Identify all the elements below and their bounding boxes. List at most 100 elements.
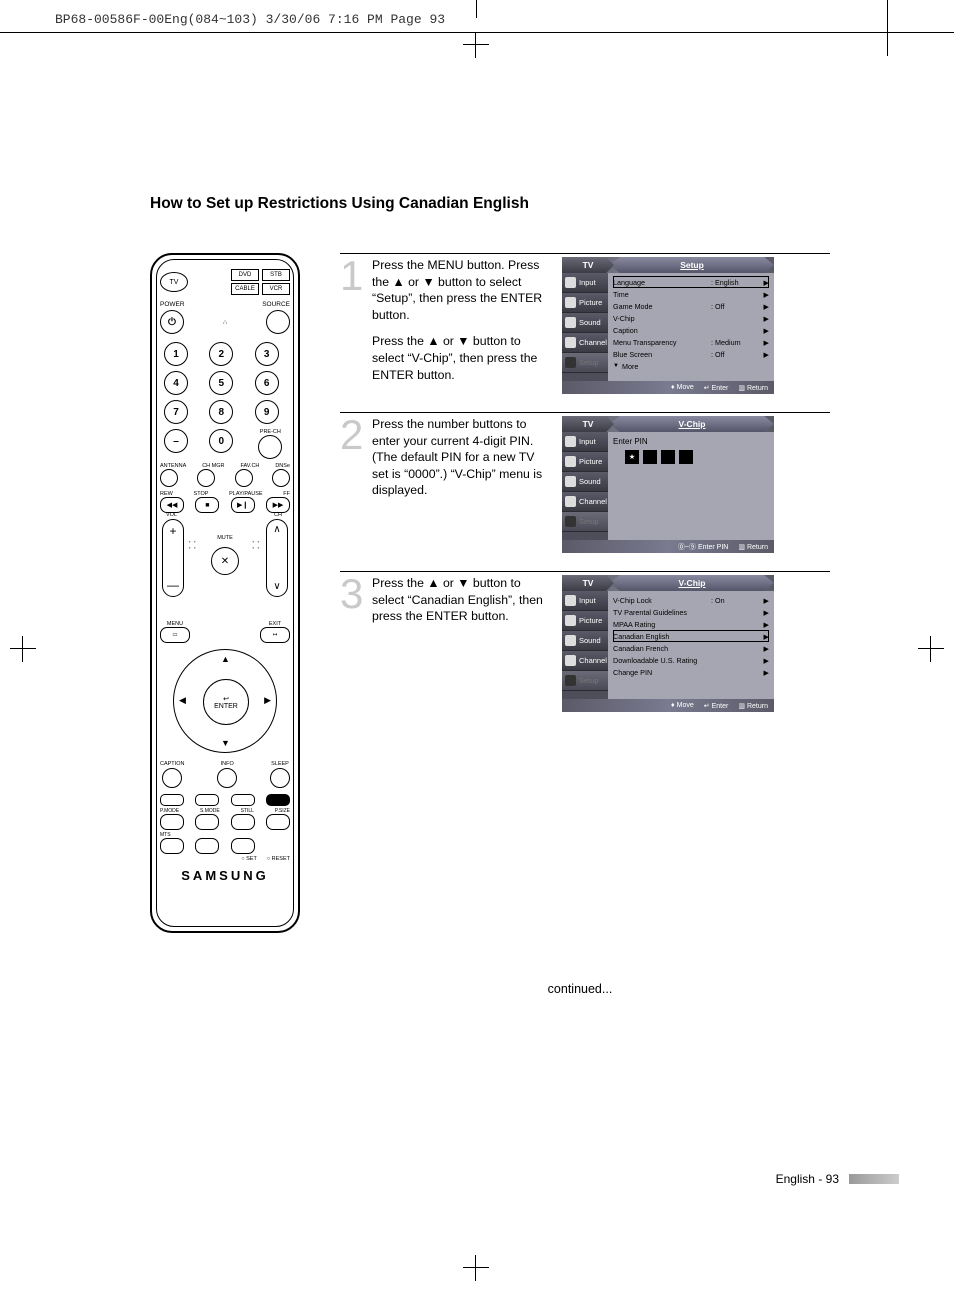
remote-dash: –	[164, 429, 188, 453]
remote-sleep-label: SLEEP	[271, 761, 289, 767]
pin-box-3	[661, 450, 675, 464]
remote-antenna-label: ANTENNA	[160, 463, 186, 469]
step-number: 3	[340, 575, 364, 712]
remote-dpad: ↩ ENTER ▲ ▼ ◀ ▶	[173, 649, 277, 753]
remote-color-b	[195, 794, 219, 806]
channel-icon	[565, 337, 576, 348]
remote-prech-button	[258, 435, 282, 459]
setup-icon	[565, 357, 576, 368]
remote-dnse-label: DNSe	[275, 463, 290, 469]
continued-text: continued...	[340, 982, 820, 996]
remote-source-button	[266, 310, 290, 334]
remote-extra-b	[195, 838, 219, 854]
enter-icon: ↵	[704, 385, 710, 392]
step-3-para-1: Press the ▲ or ▼ button to select “Canad…	[372, 575, 550, 625]
move-icon: ♦	[671, 702, 675, 709]
remote-psize-button	[266, 814, 290, 830]
top-tick	[476, 0, 477, 18]
osd-row-tvparental: TV Parental Guidelines	[613, 608, 711, 617]
osd-tab-title: V-Chip	[610, 416, 774, 432]
osd-row-language: Language	[613, 278, 711, 287]
remote-smode-button	[195, 814, 219, 830]
remote-enter-label: ENTER	[214, 703, 238, 710]
crop-mark-right	[918, 636, 944, 662]
remote-stop-button: ■	[195, 497, 219, 513]
sidebar-channel: Channel	[579, 497, 607, 506]
input-icon	[565, 436, 576, 447]
osd-row-caption: Caption	[613, 326, 711, 335]
remote-tv-button: TV	[160, 272, 188, 292]
remote-pmode-button	[160, 814, 184, 830]
remote-num-8: 8	[209, 400, 233, 424]
sidebar-sound: Sound	[579, 477, 601, 486]
channel-icon	[565, 655, 576, 666]
step-1-para-1: Press the MENU button. Press the ▲ or ▼ …	[372, 257, 550, 323]
return-icon: ▥	[738, 703, 745, 710]
osd-footer: ♦Move ↵Enter ▥Return	[562, 381, 774, 394]
remote-num-6: 6	[255, 371, 279, 395]
step-number: 1	[340, 257, 364, 394]
enter-pin-label: Enter PIN	[613, 437, 769, 446]
osd-row-menutrans: Menu Transparency	[613, 338, 711, 347]
osd-row-more: More	[622, 362, 769, 371]
sidebar-sound: Sound	[579, 318, 601, 327]
remote-num-1: 1	[164, 342, 188, 366]
osd-row-gamemode: Game Mode	[613, 302, 711, 311]
setup-icon	[565, 516, 576, 527]
pin-box-1	[625, 450, 639, 464]
remote-num-9: 9	[255, 400, 279, 424]
input-icon	[565, 277, 576, 288]
remote-color-d	[266, 794, 290, 806]
remote-ff-button: ▶▶	[266, 497, 290, 513]
input-icon	[565, 595, 576, 606]
osd-tab-title: V-Chip	[610, 575, 774, 591]
osd-sidebar: Input Picture Sound Channel Setup	[562, 273, 608, 381]
osd-row-vchiplock: V-Chip Lock	[613, 596, 711, 605]
osd-tab-tv: TV	[562, 575, 614, 591]
remote-brand: SAMSUNG	[160, 868, 290, 883]
remote-dot-grid-right: ∘∘∘∘	[252, 539, 262, 551]
pin-boxes	[625, 450, 769, 464]
osd-row-downloadable: Downloadable U.S. Rating	[613, 656, 711, 665]
channel-icon	[565, 496, 576, 507]
sidebar-sound: Sound	[579, 636, 601, 645]
crop-mark-bottom	[463, 1255, 489, 1281]
osd-tab-tv: TV	[562, 257, 614, 273]
osd-sidebar: Input Picture Sound Channel Setup	[562, 591, 608, 699]
remote-ch-rocker: ∧∨	[266, 519, 288, 597]
osd-main-panel: Language: English▶ Time▶ Game Mode: Off▶…	[608, 273, 774, 381]
osd-vchip-menu: TV V-Chip Input Picture Sound Channel Se…	[562, 575, 774, 712]
remote-extra-c	[231, 838, 255, 854]
pin-box-4	[679, 450, 693, 464]
remote-dpad-down-icon: ▼	[221, 738, 230, 748]
remote-color-a	[160, 794, 184, 806]
osd-footer: ⓪~⑨Enter PIN ▥Return	[562, 540, 774, 553]
remote-power-button: ⏻	[160, 310, 184, 334]
remote-mts-button	[160, 838, 184, 854]
remote-num-0: 0	[209, 429, 233, 453]
crop-vbar	[887, 0, 888, 56]
step-number: 2	[340, 416, 364, 553]
remote-mute-button: ✕	[211, 547, 239, 575]
osd-setup-menu: TV Setup Input Picture Sound Channel Set…	[562, 257, 774, 394]
page-title: How to Set up Restrictions Using Canadia…	[150, 195, 830, 213]
remote-control-diagram: TV DVD STB CABLE VCR POWER SOURCE ⏻	[150, 253, 300, 933]
remote-mute-label: MUTE	[217, 535, 233, 541]
remote-caption-button	[162, 768, 182, 788]
remote-info-button	[217, 768, 237, 788]
return-icon: ▥	[738, 544, 745, 551]
remote-reset-label: ○ RESET	[267, 856, 290, 862]
step-3: 3 Press the ▲ or ▼ button to select “Can…	[340, 571, 830, 712]
remote-still-button	[231, 814, 255, 830]
move-icon: ♦	[671, 384, 675, 391]
picture-icon	[565, 456, 576, 467]
remote-set-label: ○ SET	[241, 856, 257, 862]
page-number: English - 93	[776, 1172, 839, 1186]
step-text: Press the ▲ or ▼ button to select “Canad…	[372, 575, 550, 635]
remote-num-2: 2	[209, 342, 233, 366]
remote-vol-rocker: +—	[162, 519, 184, 597]
sidebar-channel: Channel	[579, 656, 607, 665]
remote-stb-chip: STB	[262, 269, 290, 281]
osd-sidebar: Input Picture Sound Channel Setup	[562, 432, 608, 540]
remote-dpad-left-icon: ◀	[179, 695, 186, 706]
